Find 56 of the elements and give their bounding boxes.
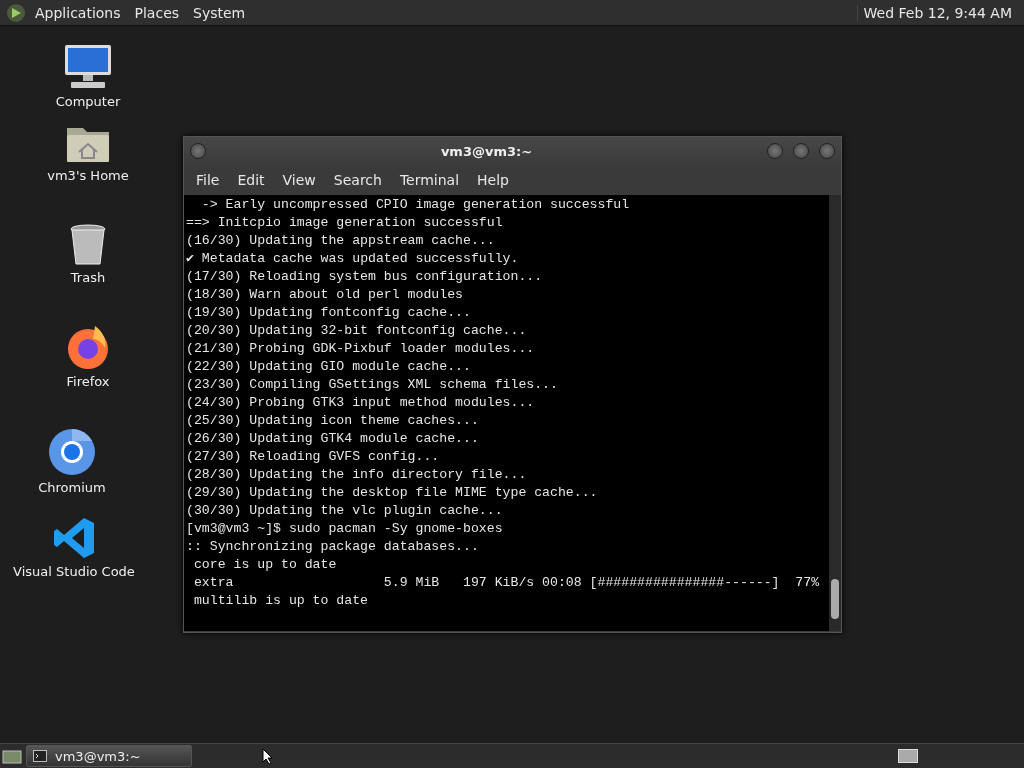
terminal-line: (20/30) Updating 32-bit fontconfig cache... [186,322,528,340]
desktop-icon-label[interactable]: vm3's Home [47,168,129,183]
terminal-line: (29/30) Updating the desktop file MIME type cache... [186,484,599,502]
terminal-line: (24/30) Probing GTK3 input method modules... [186,394,536,412]
panel-menu[interactable]: Applications [30,4,126,21]
terminal-line: (19/30) Updating fontconfig cache... [186,304,472,322]
terminal-line: (18/30) Warn about old perl modules [186,286,464,304]
terminal-line: (23/30) Compiling GSettings XML schema files... [186,376,559,394]
terminal-line: ✔ Metadata cache was updated successfully. [186,250,520,268]
menu-item[interactable]: Terminal [391,172,468,188]
terminal-line: -> Early uncompressed CPIO image generation successful [200,196,631,214]
menu-item[interactable]: File [188,172,228,188]
terminal-line: multilib is up to date [192,592,370,610]
taskbar-task[interactable]: vm3@vm3:~ [26,745,192,767]
workspace-switcher[interactable] [898,749,918,763]
menu-item[interactable]: View [274,172,324,188]
distro-logo-icon[interactable] [6,2,26,23]
terminal-line: core is up to date [192,556,338,574]
terminal-line: ==> Initcpio image generation successful [186,214,504,232]
terminal-line: (25/30) Updating icon theme caches... [186,412,480,430]
terminal-line: [vm3@vm3 ~]$ sudo pacman -Sy gnome-boxes [186,520,504,538]
show-desktop-icon[interactable] [2,748,22,764]
terminal-line: (27/30) Reloading GVFS config... [186,448,441,466]
terminal-line: :: Synchronizing package databases... [186,538,480,556]
menu-item[interactable]: Edit [229,172,273,188]
terminal-line: (21/30) Probing GDK-Pixbuf loader modules... [186,340,536,358]
terminal-line: extra 5.9 MiB 197 KiB/s 00:08 [################------] 77% [192,574,821,592]
terminal-line: (22/30) Updating GIO module cache... [186,358,472,376]
panel-menu[interactable]: System [188,4,251,21]
window-menu-button[interactable] [190,143,206,159]
desktop-icon-label[interactable]: Firefox [66,374,110,389]
code-editor-icon [52,516,96,560]
minimize-button[interactable] [767,143,783,159]
terminal-line: (16/30) Updating the appstream cache... [186,232,496,250]
mouse-pointer-icon [262,748,274,764]
menu-item[interactable]: Help [469,172,517,188]
terminal-line: (30/30) Updating the vlc plugin cache... [186,502,504,520]
desktop-icon-label[interactable]: Computer [55,94,121,109]
menu-item[interactable]: Search [325,172,390,188]
close-button[interactable] [819,143,835,159]
scrollbar[interactable] [829,195,841,631]
terminal-icon [33,750,47,762]
terminal-line: (26/30) Updating GTK4 module cache... [186,430,480,448]
panel-menu[interactable]: Places [129,4,185,21]
desktop-icon-label[interactable]: Trash [70,270,106,285]
terminal-line: (17/30) Reloading system bus configuration... [186,268,544,286]
desktop-icon-label[interactable]: Visual Studio Code [13,564,135,579]
window-title: vm3@vm3:~ [439,143,534,159]
chromium-icon [48,428,96,476]
desktop-icon-label[interactable]: Chromium [38,480,106,495]
clock[interactable]: Wed Feb 12, 9:44 AM [856,4,1018,21]
computer-icon [63,44,113,90]
terminal-line: (28/30) Updating the info directory file... [186,466,528,484]
maximize-button[interactable] [793,143,809,159]
firefox-icon [65,324,111,370]
trash-icon [69,224,107,266]
